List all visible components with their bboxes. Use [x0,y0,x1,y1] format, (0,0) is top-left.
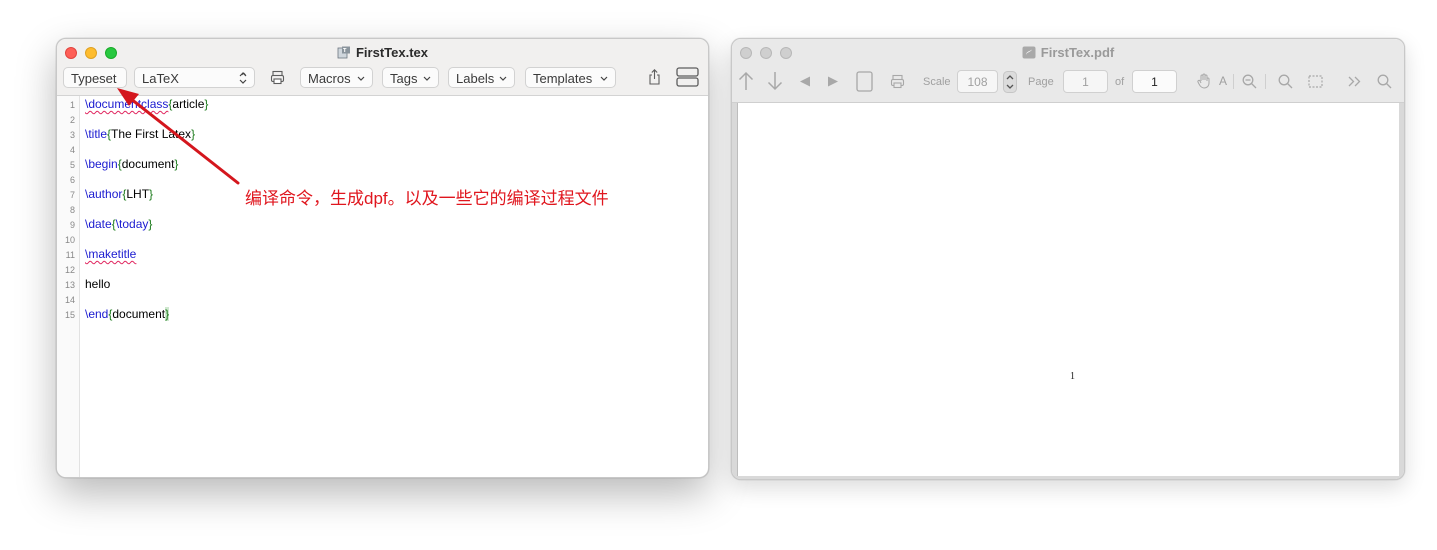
annotation-text: 编译命令，生成dpf。以及一些它的编译过程文件 [245,189,609,208]
annotation-arrow [117,88,240,185]
